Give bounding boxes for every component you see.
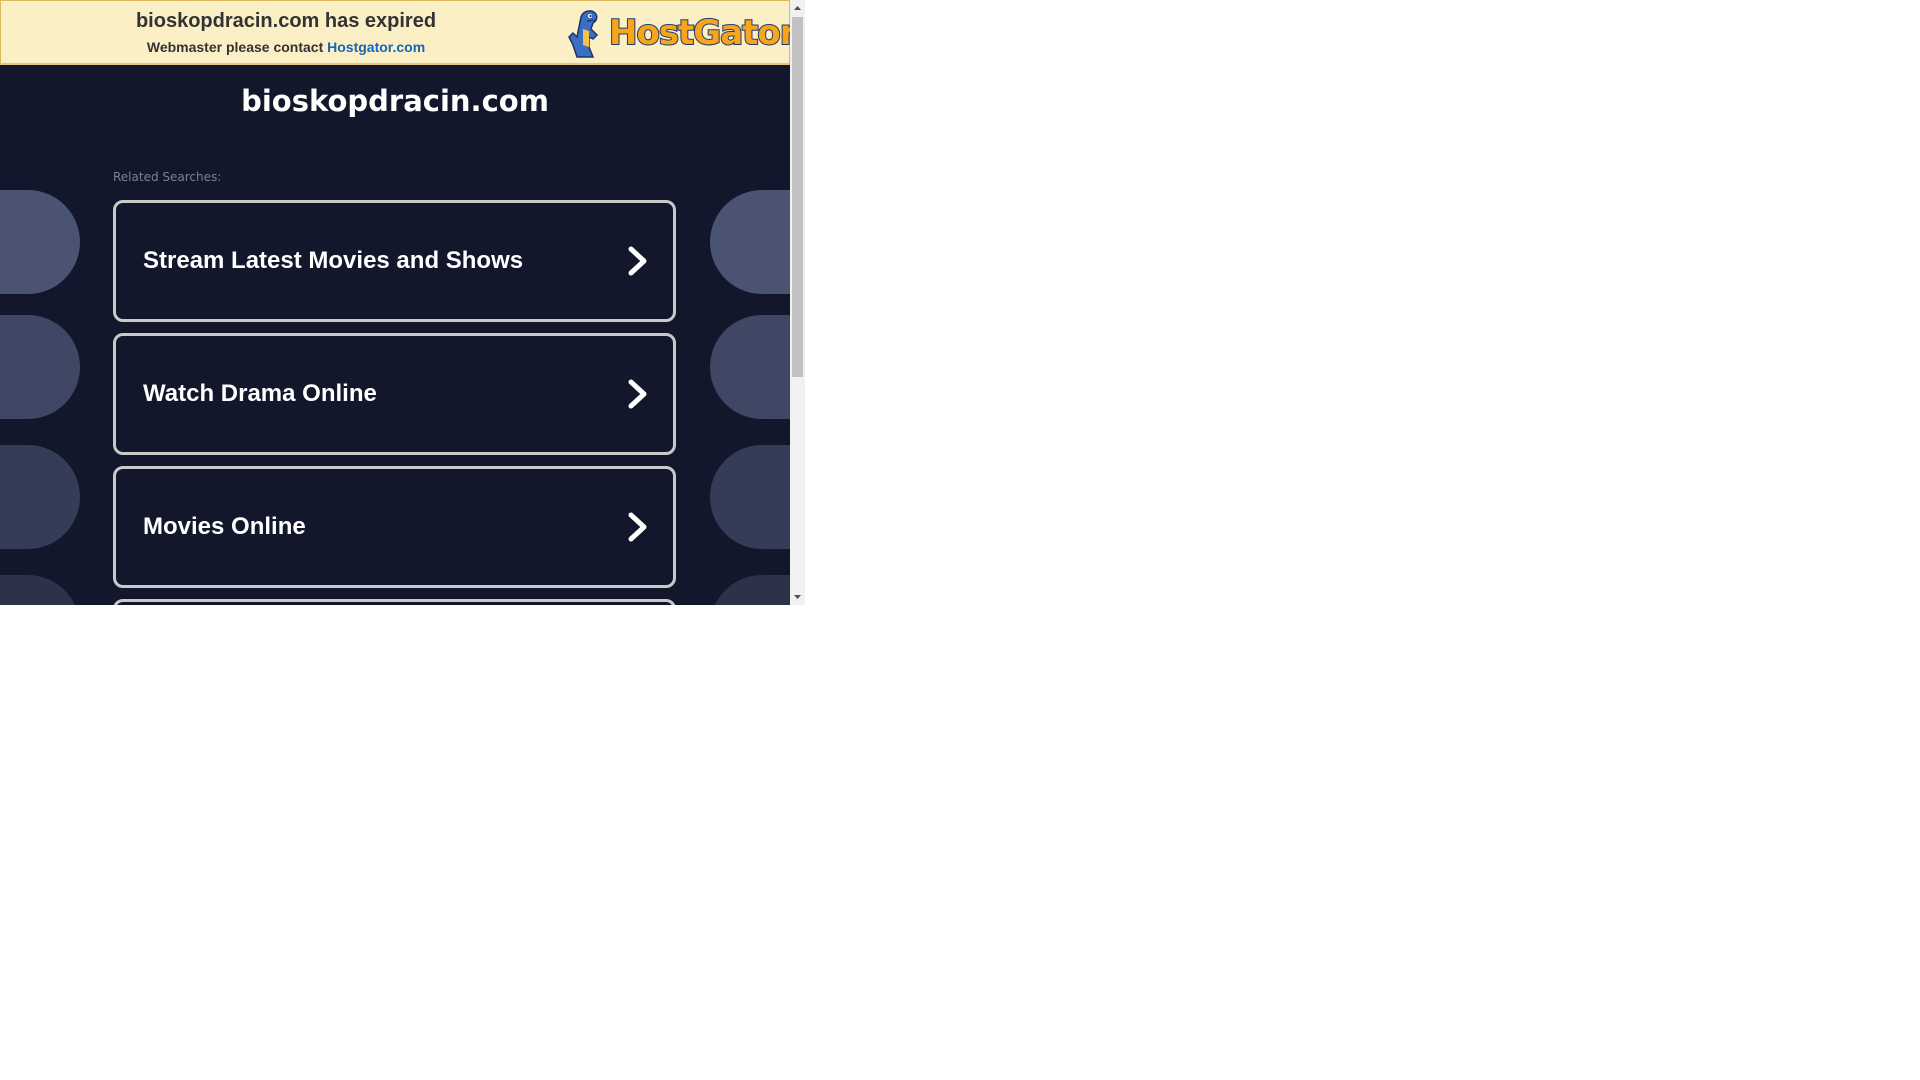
gator-mascot-icon	[568, 10, 599, 58]
related-search-label: Movies Online	[143, 513, 306, 540]
decor-pill-right-3	[710, 445, 790, 549]
decor-pill-right-4	[710, 575, 790, 605]
related-search-label: Watch Drama Online	[143, 380, 377, 407]
browser-viewport: bioskopdracin.com has expired Webmaster …	[0, 0, 805, 605]
related-search-link[interactable]: Watch Drama Online	[113, 333, 676, 455]
decor-pill-left-4	[0, 575, 80, 605]
decor-pill-left-3	[0, 445, 80, 549]
domain-title: bioskopdracin.com	[241, 84, 549, 118]
parked-domain-page: bioskopdracin.com has expired Webmaster …	[0, 0, 790, 605]
chevron-right-icon	[628, 246, 647, 276]
chevron-right-icon	[628, 379, 647, 409]
hostgator-wordmark: HostGator	[608, 12, 790, 54]
chevron-right-icon	[628, 512, 647, 542]
contact-prefix-text: Webmaster please contact	[146, 39, 328, 55]
related-searches-label: Related Searches:	[113, 170, 222, 184]
vertical-scrollbar[interactable]	[790, 0, 805, 605]
decor-pill-right-1	[710, 190, 790, 294]
decor-pill-left-1	[0, 190, 80, 294]
expired-notice-title: bioskopdracin.com has expired	[135, 10, 437, 32]
expired-domain-banner: bioskopdracin.com has expired Webmaster …	[0, 0, 790, 65]
decor-pill-right-2	[710, 315, 790, 419]
related-search-link[interactable]: Stream Latest Movies and Shows	[113, 200, 676, 322]
scrollbar-thumb[interactable]	[792, 17, 803, 377]
scroll-up-arrow-icon[interactable]	[790, 0, 805, 17]
related-search-link-partial[interactable]	[113, 599, 676, 605]
related-search-link[interactable]: Movies Online	[113, 466, 676, 588]
hostgator-logo[interactable]: HostGator	[563, 7, 790, 59]
scroll-down-arrow-icon[interactable]	[790, 588, 805, 605]
webmaster-contact-line: Webmaster please contact Hostgator.com	[1, 39, 571, 55]
decor-pill-left-2	[0, 315, 80, 419]
related-search-label: Stream Latest Movies and Shows	[143, 247, 524, 274]
hostgator-contact-link[interactable]: Hostgator.com	[327, 39, 425, 55]
